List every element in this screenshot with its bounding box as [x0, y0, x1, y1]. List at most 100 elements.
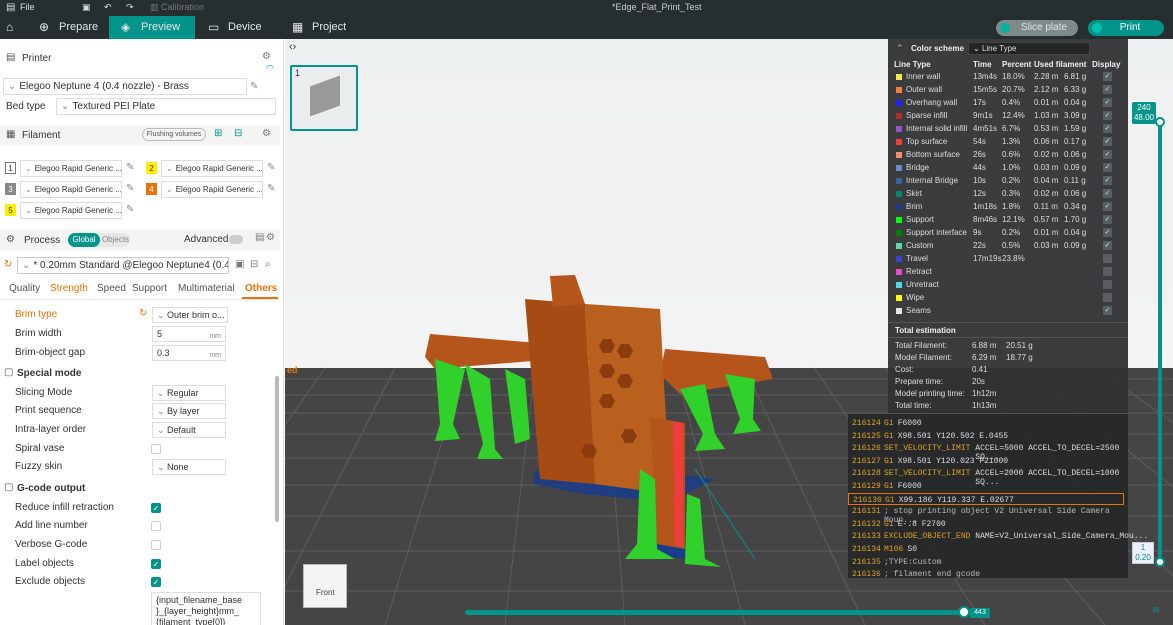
gcode-line[interactable]: 216134 M106 S0 — [848, 543, 1128, 555]
gcode-line[interactable]: 216124 G1 F6000 — [848, 417, 1128, 429]
plate-thumbnail[interactable]: 1 — [290, 65, 358, 131]
printer-select[interactable]: ⌄ Elegoo Neptune 4 (0.4 nozzle) - Brass — [3, 78, 247, 95]
compare-icon[interactable]: ▤ — [255, 232, 264, 243]
gcode-line[interactable]: 216126 SET_VELOCITY_LIMIT ACCEL=5000 ACCEL… — [848, 442, 1128, 462]
gcode-line[interactable]: 216127 G1 X98.501 Y120.023 F21000 — [848, 455, 1128, 467]
display-checkbox[interactable]: ✓ — [1103, 189, 1112, 198]
layer-slider-bottom-handle[interactable] — [1155, 557, 1165, 567]
slice-dropdown-icon[interactable] — [1000, 23, 1010, 33]
printer-settings-icon[interactable]: ⚙ — [262, 51, 271, 62]
process-settings-icon[interactable]: ⚙ — [266, 232, 275, 243]
display-checkbox[interactable]: ✓ — [1103, 98, 1112, 107]
exclude-objects-checkbox[interactable]: ✓ — [151, 577, 161, 587]
reset-icon[interactable]: ↻ — [4, 259, 12, 270]
display-checkbox[interactable]: ✓ — [1103, 306, 1112, 315]
brim-width-input[interactable]: 5 mm — [152, 326, 226, 342]
collapse-legend-icon[interactable]: ⌃ — [896, 43, 904, 54]
filament-select[interactable]: ⌄ Elegoo Rapid Generic ... — [20, 202, 122, 219]
gcode-line[interactable]: 216133 EXCLUDE_OBJECT_END NAME=V2_Universa… — [848, 530, 1148, 542]
remove-filament-icon[interactable]: ⊟ — [234, 128, 242, 139]
undo-icon[interactable]: ↶ — [104, 2, 112, 13]
collapse-sidebar-icon[interactable]: ‹› — [289, 41, 296, 53]
tab-project[interactable]: ▦ Project — [280, 16, 360, 39]
edit-filament-icon[interactable]: ✎ — [267, 162, 275, 173]
tab-speed[interactable]: Speed — [97, 283, 126, 294]
objects-option[interactable]: Objects — [101, 233, 130, 247]
gcode-line[interactable]: 216129 G1 F6000 — [848, 480, 1128, 492]
display-checkbox[interactable]: ✓ — [1103, 72, 1112, 81]
display-checkbox[interactable]: ✓ — [1103, 228, 1112, 237]
filament-select[interactable]: ⌄ Elegoo Rapid Generic ... — [161, 181, 263, 198]
collapse-icon[interactable]: ⊟ — [250, 259, 258, 270]
add-line-number-checkbox[interactable] — [151, 521, 161, 531]
reduce-infill-checkbox[interactable]: ✓ — [151, 503, 161, 513]
process-preset-select[interactable]: ⌄ * 0.20mm Standard @Elegoo Neptune4 (0.4… — [17, 257, 229, 274]
verbose-gcode-checkbox[interactable] — [151, 540, 161, 550]
tab-support[interactable]: Support — [132, 283, 167, 294]
edit-filament-icon[interactable]: ✎ — [267, 183, 275, 194]
display-checkbox[interactable]: ✓ — [1103, 163, 1112, 172]
label-objects-checkbox[interactable]: ✓ — [151, 559, 161, 569]
intra-layer-select[interactable]: ⌄ Default — [152, 422, 226, 438]
edit-filament-icon[interactable]: ✎ — [126, 204, 134, 215]
display-checkbox[interactable]: ✓ — [1103, 111, 1112, 120]
tab-device[interactable]: ▭ Device — [196, 16, 278, 39]
layers-icon[interactable]: ≋ — [1152, 605, 1160, 616]
display-checkbox[interactable] — [1103, 254, 1112, 263]
filament-select[interactable]: ⌄ Elegoo Rapid Generic ... — [161, 160, 263, 177]
home-icon[interactable]: ⌂ — [6, 20, 13, 34]
layer-slider-top-handle[interactable] — [1155, 117, 1165, 127]
tab-prepare[interactable]: ⊕ Prepare — [27, 16, 108, 39]
color-scheme-select[interactable]: ⌄ Line Type — [968, 42, 1090, 55]
edit-filament-icon[interactable]: ✎ — [126, 183, 134, 194]
edit-printer-icon[interactable]: ✎ — [250, 81, 258, 92]
gcode-line-current[interactable]: 216130 G1 X99.186 Y119.337 E.02677 — [848, 492, 1124, 505]
gcode-line[interactable]: 216135 ;TYPE:Custom — [848, 556, 1128, 568]
panel-scrollbar[interactable] — [275, 376, 279, 522]
redo-icon[interactable]: ↷ — [126, 2, 134, 13]
save-preset-icon[interactable]: ▣ — [235, 259, 244, 270]
reset-icon[interactable]: ↻ — [139, 308, 147, 319]
file-menu[interactable]: File — [20, 2, 35, 12]
display-checkbox[interactable] — [1103, 280, 1112, 289]
display-checkbox[interactable] — [1103, 267, 1112, 276]
filament-select[interactable]: ⌄ Elegoo Rapid Generic ... — [20, 160, 122, 177]
spiral-vase-checkbox[interactable] — [151, 444, 161, 454]
global-option[interactable]: Global — [68, 233, 100, 247]
slice-plate-button[interactable]: Slice plate — [996, 20, 1078, 36]
tab-multimaterial[interactable]: Multimaterial — [178, 283, 235, 294]
tab-others[interactable]: Others — [245, 283, 277, 294]
brim-type-select[interactable]: ⌄ Outer brim o... — [152, 307, 228, 323]
gcode-line[interactable]: 216125 G1 X98.501 Y120.502 E.0455 — [848, 430, 1128, 442]
flushing-volumes-button[interactable]: Flushing volumes — [142, 128, 206, 141]
slicing-mode-select[interactable]: ⌄ Regular — [152, 385, 226, 401]
edit-filament-icon[interactable]: ✎ — [126, 162, 134, 173]
gcode-line[interactable]: 216132 G1 E-.8 F2700 — [848, 518, 1128, 530]
save-icon[interactable]: ▣ — [82, 2, 91, 13]
calibration-menu[interactable]: ▥ Calibration — [150, 2, 204, 13]
move-slider-handle[interactable] — [958, 606, 970, 618]
search-icon[interactable]: ⌕ — [265, 259, 271, 270]
display-checkbox[interactable]: ✓ — [1103, 202, 1112, 211]
wifi-icon[interactable]: ◠ — [266, 63, 274, 74]
print-button[interactable]: Print — [1088, 20, 1164, 36]
display-checkbox[interactable]: ✓ — [1103, 150, 1112, 159]
tab-strength[interactable]: Strength — [50, 283, 88, 294]
move-slider-track[interactable] — [465, 610, 965, 615]
tab-preview[interactable]: ◈ Preview — [109, 16, 195, 39]
display-checkbox[interactable]: ✓ — [1103, 215, 1112, 224]
add-filament-icon[interactable]: ⊞ — [214, 128, 222, 139]
filename-format-textarea[interactable]: {input_filename_base }_{layer_height}mm_… — [151, 592, 261, 625]
layer-slider-track[interactable] — [1158, 121, 1162, 561]
filament-settings-icon[interactable]: ⚙ — [262, 128, 271, 139]
bed-type-select[interactable]: ⌄ Textured PEI Plate — [56, 98, 276, 115]
print-dropdown-icon[interactable] — [1092, 23, 1102, 33]
display-checkbox[interactable]: ✓ — [1103, 124, 1112, 133]
filament-select[interactable]: ⌄ Elegoo Rapid Generic ... — [20, 181, 122, 198]
display-checkbox[interactable] — [1103, 293, 1112, 302]
gcode-line[interactable]: 216131; stop printing object V2 Universa… — [848, 505, 1128, 525]
menu-icon[interactable]: ▤ — [6, 2, 15, 13]
gcode-line[interactable]: 216128 SET_VELOCITY_LIMIT ACCEL=2000 ACCEL… — [848, 467, 1128, 487]
brim-gap-input[interactable]: 0.3 mm — [152, 345, 226, 361]
gcode-line[interactable]: 216136; filament end gcode — [848, 568, 1128, 580]
